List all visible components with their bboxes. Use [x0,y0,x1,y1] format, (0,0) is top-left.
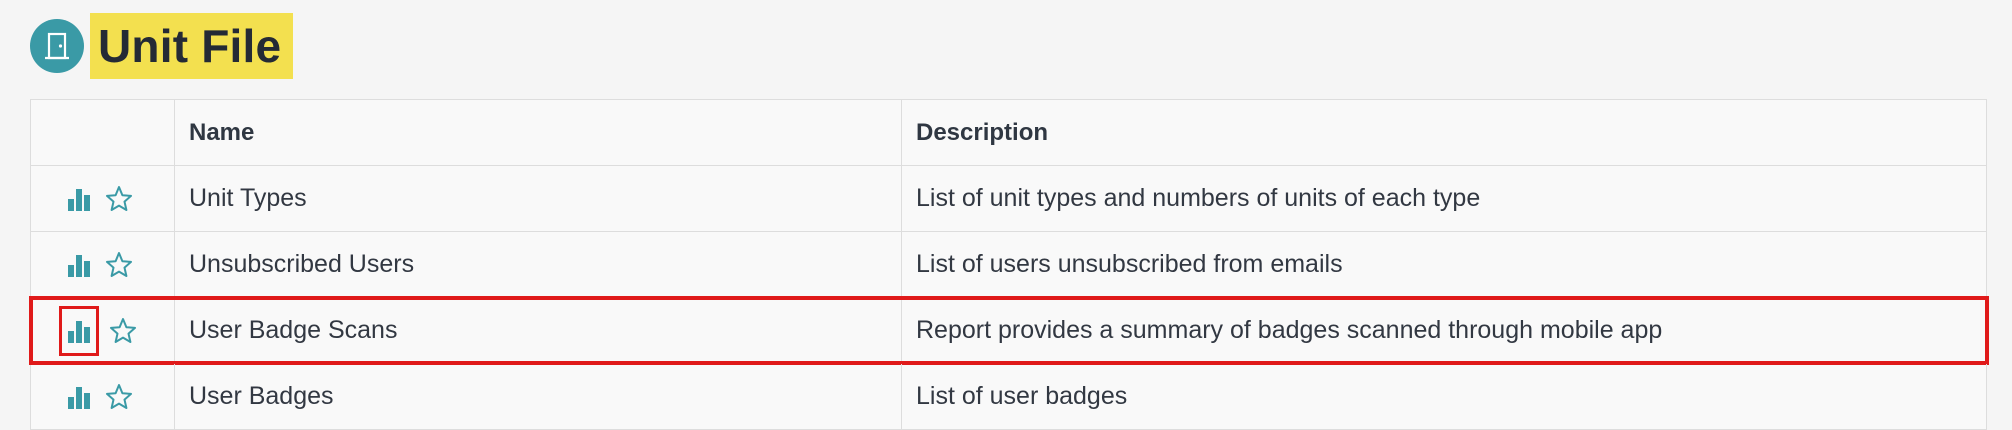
column-header-name: Name [175,100,902,165]
page-header: Unit File [30,12,294,80]
row-description: Report provides a summary of badges scan… [902,298,1987,363]
row-name[interactable]: Unsubscribed Users [175,232,902,297]
star-outline-icon[interactable] [103,182,135,216]
column-header-actions [31,100,175,165]
bar-chart-icon[interactable] [63,248,95,282]
bar-chart-icon[interactable] [63,182,95,216]
row-description: List of unit types and numbers of units … [902,166,1987,231]
row-name[interactable]: User Badges [175,364,902,429]
row-actions [31,298,175,363]
table-row[interactable]: User Badges List of user badges [31,364,1987,430]
bar-chart-icon[interactable] [63,380,95,414]
bar-chart-icon[interactable] [58,305,99,356]
door-icon [30,19,84,73]
row-name[interactable]: Unit Types [175,166,902,231]
row-actions [31,364,175,429]
page-title: Unit File [90,13,294,79]
row-name[interactable]: User Badge Scans [175,298,902,363]
table-row-highlighted[interactable]: User Badge Scans Report provides a summa… [29,296,1989,365]
row-actions [31,232,175,297]
row-description: List of users unsubscribed from emails [902,232,1987,297]
star-outline-icon[interactable] [103,380,135,414]
star-outline-icon[interactable] [103,248,135,282]
reports-table: Name Description Unit Types List of unit… [29,99,1989,430]
table-header-row: Name Description [31,100,1987,166]
table-row[interactable]: Unsubscribed Users List of users unsubsc… [31,232,1987,298]
table-row[interactable]: Unit Types List of unit types and number… [31,166,1987,232]
column-header-description: Description [902,100,1987,165]
row-description: List of user badges [902,364,1987,429]
row-actions [31,166,175,231]
star-outline-icon[interactable] [107,314,139,348]
